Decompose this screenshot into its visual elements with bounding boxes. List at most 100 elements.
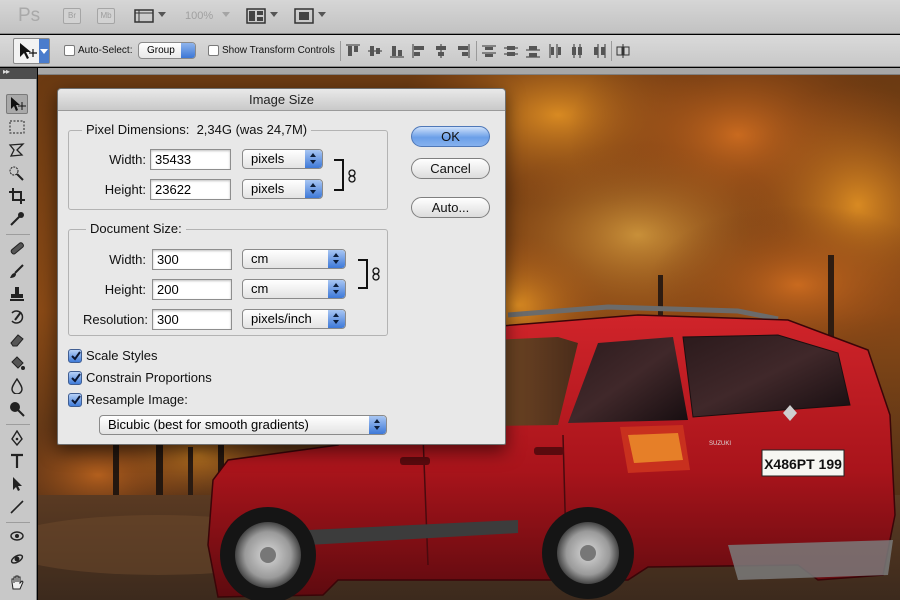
distribute-vertical-centers-icon[interactable] bbox=[504, 44, 518, 58]
screen-mode-icon[interactable] bbox=[294, 8, 314, 24]
pixel-height-unit-select[interactable]: pixels bbox=[242, 179, 323, 199]
hand-tool-icon[interactable] bbox=[6, 572, 28, 592]
application-bar: Ps Br Mb 100% bbox=[0, 0, 900, 34]
resample-image-checkbox[interactable] bbox=[68, 393, 82, 407]
move-tool-icon[interactable] bbox=[6, 94, 28, 114]
resolution-label: Resolution: bbox=[82, 312, 148, 327]
document-size-title: Document Size: bbox=[86, 221, 186, 236]
3d-orbit-tool-icon[interactable] bbox=[6, 549, 28, 569]
clone-stamp-tool-icon[interactable] bbox=[6, 284, 28, 304]
popup-arrows-icon bbox=[305, 180, 322, 198]
popup-arrows-icon bbox=[328, 310, 345, 328]
auto-button[interactable]: Auto... bbox=[411, 197, 490, 218]
align-vertical-centers-icon[interactable] bbox=[368, 44, 382, 58]
tools-panel-grip[interactable]: ▸▸ bbox=[0, 67, 37, 79]
zoom-level[interactable]: 100% bbox=[185, 10, 213, 22]
path-selection-tool-icon[interactable] bbox=[6, 474, 28, 494]
crop-tool-icon[interactable] bbox=[6, 186, 28, 206]
distribute-top-edges-icon[interactable] bbox=[482, 44, 496, 58]
doc-width-unit: cm bbox=[251, 251, 269, 266]
resample-method-value: Bicubic (best for smooth gradients) bbox=[108, 417, 309, 432]
align-right-edges-icon[interactable] bbox=[456, 44, 470, 58]
pixel-height-input[interactable]: 23622 bbox=[150, 179, 231, 200]
pixel-constrain-bracket bbox=[334, 159, 344, 191]
document-constrain-bracket bbox=[358, 259, 368, 289]
brush-tool-icon[interactable] bbox=[6, 261, 28, 281]
pixel-dimensions-size: 2,34G (was 24,7M) bbox=[196, 122, 308, 137]
arrange-dropdown-icon[interactable] bbox=[270, 12, 278, 17]
view-extras-icon[interactable] bbox=[134, 8, 154, 24]
tool-preset-picker[interactable] bbox=[13, 38, 50, 64]
auto-align-layers-icon[interactable] bbox=[616, 44, 630, 58]
zoom-dropdown-icon[interactable] bbox=[222, 12, 230, 17]
doc-width-input[interactable]: 300 bbox=[152, 249, 232, 270]
photoshop-logo: Ps bbox=[18, 5, 41, 26]
distribute-right-edges-icon[interactable] bbox=[592, 44, 606, 58]
auto-select-dropdown[interactable]: Group bbox=[138, 42, 196, 59]
eraser-tool-icon[interactable] bbox=[6, 330, 28, 350]
pixel-dimensions-label: Pixel Dimensions: bbox=[86, 122, 190, 137]
constrain-proportions-checkbox[interactable] bbox=[68, 371, 82, 385]
line-tool-icon[interactable] bbox=[6, 497, 28, 517]
constrain-proportions-label: Constrain Proportions bbox=[86, 370, 212, 385]
resolution-input[interactable]: 300 bbox=[152, 309, 232, 330]
pixel-width-label: Width: bbox=[109, 152, 146, 167]
healing-brush-tool-icon[interactable] bbox=[6, 238, 28, 258]
launch-bridge-button[interactable]: Br bbox=[63, 8, 81, 24]
paint-bucket-tool-icon[interactable] bbox=[6, 353, 28, 373]
ok-button[interactable]: OK bbox=[411, 126, 490, 147]
history-brush-tool-icon[interactable] bbox=[6, 307, 28, 327]
doc-height-input[interactable]: 200 bbox=[152, 279, 232, 300]
resolution-unit-select[interactable]: pixels/inch bbox=[242, 309, 346, 329]
checkmark-icon bbox=[71, 395, 81, 405]
marquee-tool-icon[interactable] bbox=[6, 117, 28, 137]
pixel-height-unit: pixels bbox=[251, 181, 285, 196]
3d-rotate-tool-icon[interactable] bbox=[6, 526, 28, 546]
align-left-edges-icon[interactable] bbox=[412, 44, 426, 58]
auto-select-checkbox[interactable] bbox=[64, 45, 75, 56]
doc-height-unit-select[interactable]: cm bbox=[242, 279, 346, 299]
tool-preset-dropdown[interactable] bbox=[39, 39, 49, 63]
align-bottom-edges-icon[interactable] bbox=[390, 44, 404, 58]
show-transform-controls-checkbox[interactable] bbox=[208, 45, 219, 56]
distribute-horizontal-centers-icon[interactable] bbox=[570, 44, 584, 58]
doc-width-unit-select[interactable]: cm bbox=[242, 249, 346, 269]
lasso-tool-icon[interactable] bbox=[6, 140, 28, 160]
pixel-dimensions-title: Pixel Dimensions: 2,34G (was 24,7M) bbox=[82, 122, 312, 137]
pixel-width-input[interactable]: 35433 bbox=[150, 149, 231, 170]
blur-tool-icon[interactable] bbox=[6, 376, 28, 396]
view-extras-dropdown-icon[interactable] bbox=[158, 12, 166, 17]
distribute-bottom-edges-icon[interactable] bbox=[526, 44, 540, 58]
popup-arrows-icon bbox=[328, 250, 345, 268]
dodge-tool-icon[interactable] bbox=[6, 399, 28, 419]
scale-styles-label: Scale Styles bbox=[86, 348, 158, 363]
cancel-button[interactable]: Cancel bbox=[411, 158, 490, 179]
resolution-unit: pixels/inch bbox=[251, 311, 312, 326]
distribute-left-edges-icon[interactable] bbox=[548, 44, 562, 58]
license-plate-text: X486PT 199 bbox=[764, 456, 842, 472]
show-transform-controls-label: Show Transform Controls bbox=[222, 45, 335, 56]
pixel-chain-link-icon bbox=[348, 169, 356, 183]
pixel-width-unit-select[interactable]: pixels bbox=[242, 149, 323, 169]
arrange-documents-icon[interactable] bbox=[246, 8, 266, 24]
separator bbox=[476, 41, 477, 61]
pen-tool-icon[interactable] bbox=[6, 428, 28, 448]
popup-arrows-icon bbox=[305, 150, 322, 168]
screen-mode-dropdown-icon[interactable] bbox=[318, 12, 326, 17]
tool-divider bbox=[6, 234, 30, 235]
tools-panel: ▸▸ bbox=[0, 67, 37, 600]
image-size-dialog: Image Size Pixel Dimensions: 2,34G (was … bbox=[57, 88, 506, 445]
auto-select-label: Auto-Select: bbox=[78, 45, 133, 56]
resample-method-select[interactable]: Bicubic (best for smooth gradients) bbox=[99, 415, 387, 435]
pixel-width-unit: pixels bbox=[251, 151, 285, 166]
type-tool-icon[interactable] bbox=[6, 451, 28, 471]
tool-divider bbox=[6, 522, 30, 523]
checkmark-icon bbox=[71, 351, 81, 361]
quick-selection-tool-icon[interactable] bbox=[6, 163, 28, 183]
align-horizontal-centers-icon[interactable] bbox=[434, 44, 448, 58]
dialog-title[interactable]: Image Size bbox=[58, 89, 505, 111]
align-top-edges-icon[interactable] bbox=[346, 44, 360, 58]
scale-styles-checkbox[interactable] bbox=[68, 349, 82, 363]
eyedropper-tool-icon[interactable] bbox=[6, 209, 28, 229]
launch-minibridge-button[interactable]: Mb bbox=[97, 8, 115, 24]
